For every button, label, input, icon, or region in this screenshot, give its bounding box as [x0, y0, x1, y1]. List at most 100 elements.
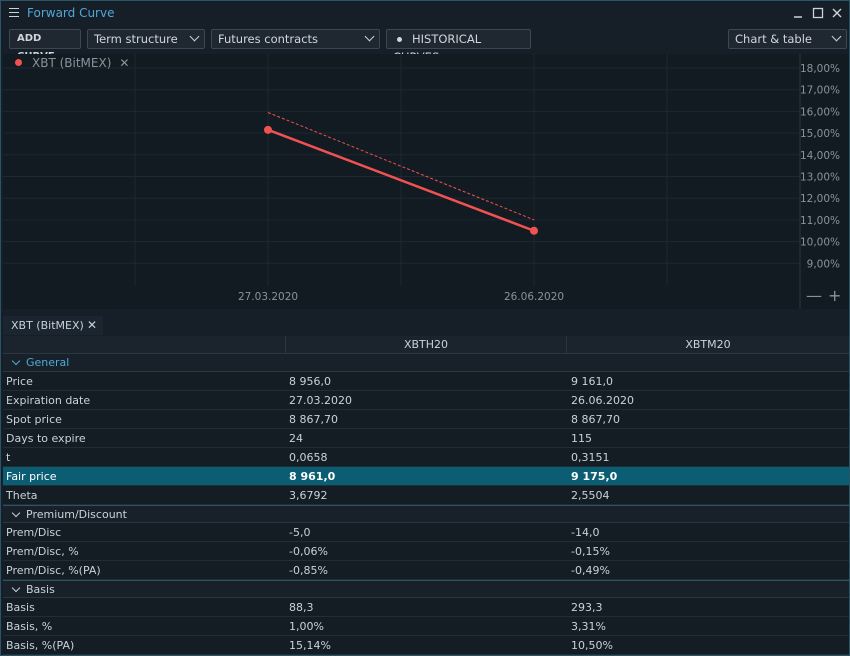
row-value: -0,06%: [289, 545, 328, 558]
table-row[interactable]: Expiration date 27.03.2020 26.06.2020: [3, 391, 849, 410]
table-row[interactable]: Prem/Disc -5,0 -14,0: [3, 523, 849, 542]
tab-xbt-bitmex[interactable]: XBT (BitMEX) ✕: [3, 316, 103, 335]
row-value: -0,49%: [571, 564, 610, 577]
row-label: t: [6, 451, 11, 464]
forward-curve-window: Forward Curve ADD CURVE Term structure F…: [0, 0, 850, 656]
table-row[interactable]: Theta 3,6792 2,5504: [3, 486, 849, 505]
add-curve-button[interactable]: ADD CURVE: [9, 29, 81, 62]
row-label: Prem/Disc: [6, 526, 62, 539]
maximize-icon[interactable]: [811, 6, 825, 20]
row-value: -14,0: [571, 526, 600, 539]
y-tick-label: 9,00%: [807, 258, 840, 270]
group-label: Premium/Discount: [26, 508, 127, 521]
tab-label: XBT (BitMEX): [11, 319, 84, 332]
row-value: 88,3: [289, 601, 314, 614]
row-value: 293,3: [571, 601, 603, 614]
y-tick-label: 11,00%: [800, 215, 840, 227]
historical-curves-button[interactable]: HISTORICAL CURVES: [386, 29, 531, 64]
table-row[interactable]: Fair price 8 961,0 9 175,0: [3, 467, 849, 486]
legend-label: XBT (BitMEX): [32, 56, 112, 70]
row-label: Prem/Disc, %(PA): [6, 564, 101, 577]
title-bar: Forward Curve: [1, 1, 849, 26]
zoom-in-button[interactable]: +: [828, 286, 841, 305]
tab-bar: XBT (BitMEX) ✕: [3, 316, 849, 335]
table-row[interactable]: Price 8 956,0 9 161,0: [3, 372, 849, 391]
table-row[interactable]: Basis, % 1,00% 3,31%: [3, 617, 849, 636]
chart-legend: XBT (BitMEX) ✕: [15, 56, 129, 70]
table-row[interactable]: Days to expire 24 115: [3, 429, 849, 448]
row-value: 24: [289, 432, 303, 445]
row-value: -0,15%: [571, 545, 610, 558]
row-value: -0,85%: [289, 564, 328, 577]
table-body: General Price 8 956,0 9 161,0 Expiration dat…: [3, 354, 849, 655]
term-structure-dropdown[interactable]: Term structure: [87, 29, 205, 49]
y-tick-label: 14,00%: [800, 150, 840, 162]
zoom-out-button[interactable]: —: [806, 286, 822, 305]
row-label: Prem/Disc, %: [6, 545, 79, 558]
y-tick-label: 17,00%: [800, 85, 840, 97]
row-value: 8 961,0: [289, 470, 336, 483]
table-row[interactable]: Basis, %(PA) 15,14% 10,50%: [3, 636, 849, 655]
y-tick-label: 13,00%: [800, 172, 840, 184]
y-tick-label: 12,00%: [800, 193, 840, 205]
group-label: General: [26, 356, 70, 369]
futures-contracts-label: Futures contracts: [218, 32, 319, 46]
futures-contracts-dropdown[interactable]: Futures contracts: [211, 29, 380, 49]
data-table: XBTH20 XBTM20 General Price 8 956,0 9 161,0…: [3, 336, 849, 655]
row-value: 8 867,70: [289, 413, 338, 426]
group-header[interactable]: Premium/Discount: [3, 505, 849, 523]
close-tab-icon[interactable]: ✕: [87, 316, 97, 335]
row-value: 8 867,70: [571, 413, 620, 426]
series-color-dot: [15, 59, 22, 66]
dot-icon: [397, 36, 402, 42]
group-label: Basis: [26, 583, 55, 596]
data-point: [530, 226, 538, 235]
table-row[interactable]: Spot price 8 867,70 8 867,70: [3, 410, 849, 429]
column-header: XBTM20: [566, 336, 849, 354]
chart-svg: 18,00% 17,00% 16,00% 15,00% 14,00% 13,00% 12,0…: [3, 54, 840, 309]
close-window-icon[interactable]: [830, 6, 844, 20]
table-header: XBTH20 XBTM20: [3, 336, 849, 354]
row-label: Spot price: [6, 413, 62, 426]
column-header: XBTH20: [285, 336, 566, 354]
view-mode-dropdown[interactable]: Chart & table: [728, 29, 847, 49]
row-value: 115: [571, 432, 592, 445]
row-value: 9 161,0: [571, 375, 613, 388]
row-label: Fair price: [6, 470, 57, 483]
chevron-down-icon: [11, 583, 21, 593]
table-row[interactable]: Basis 88,3 293,3: [3, 598, 849, 617]
table-row[interactable]: Prem/Disc, %(PA) -0,85% -0,49%: [3, 561, 849, 580]
row-label: Basis, %: [6, 620, 53, 633]
row-label: Expiration date: [6, 394, 91, 407]
data-point: [264, 125, 272, 134]
row-value: 3,6792: [289, 489, 328, 502]
row-value: 0,0658: [289, 451, 328, 464]
chevron-down-icon: [364, 31, 375, 42]
x-tick-label: 27.03.2020: [238, 291, 298, 303]
remove-series-icon[interactable]: ✕: [119, 56, 129, 70]
window-title: Forward Curve: [27, 6, 115, 20]
row-label: Price: [6, 375, 33, 388]
chevron-down-icon: [11, 356, 21, 366]
row-value: 0,3151: [571, 451, 610, 464]
row-value: 1,00%: [289, 620, 324, 633]
row-value: -5,0: [289, 526, 311, 539]
view-mode-label: Chart & table: [735, 32, 813, 46]
term-structure-label: Term structure: [94, 32, 178, 46]
table-row[interactable]: Prem/Disc, % -0,06% -0,15%: [3, 542, 849, 561]
toolbar: ADD CURVE Term structure Futures contrac…: [1, 27, 849, 64]
group-header[interactable]: Basis: [3, 580, 849, 598]
x-tick-label: 26.06.2020: [504, 291, 564, 303]
y-tick-label: 18,00%: [800, 63, 840, 75]
row-value: 9 175,0: [571, 470, 618, 483]
chevron-down-icon: [189, 31, 200, 42]
forward-curve-chart[interactable]: 18,00% 17,00% 16,00% 15,00% 14,00% 13,00% 12,0…: [3, 54, 849, 309]
chevron-down-icon: [831, 31, 842, 42]
y-tick-label: 16,00%: [800, 106, 840, 118]
row-value: 15,14%: [289, 639, 331, 652]
hamburger-menu-icon[interactable]: [9, 8, 19, 18]
minimize-icon[interactable]: [791, 6, 805, 20]
group-header[interactable]: General: [3, 354, 849, 372]
row-value: 10,50%: [571, 639, 613, 652]
table-row[interactable]: t 0,0658 0,3151: [3, 448, 849, 467]
